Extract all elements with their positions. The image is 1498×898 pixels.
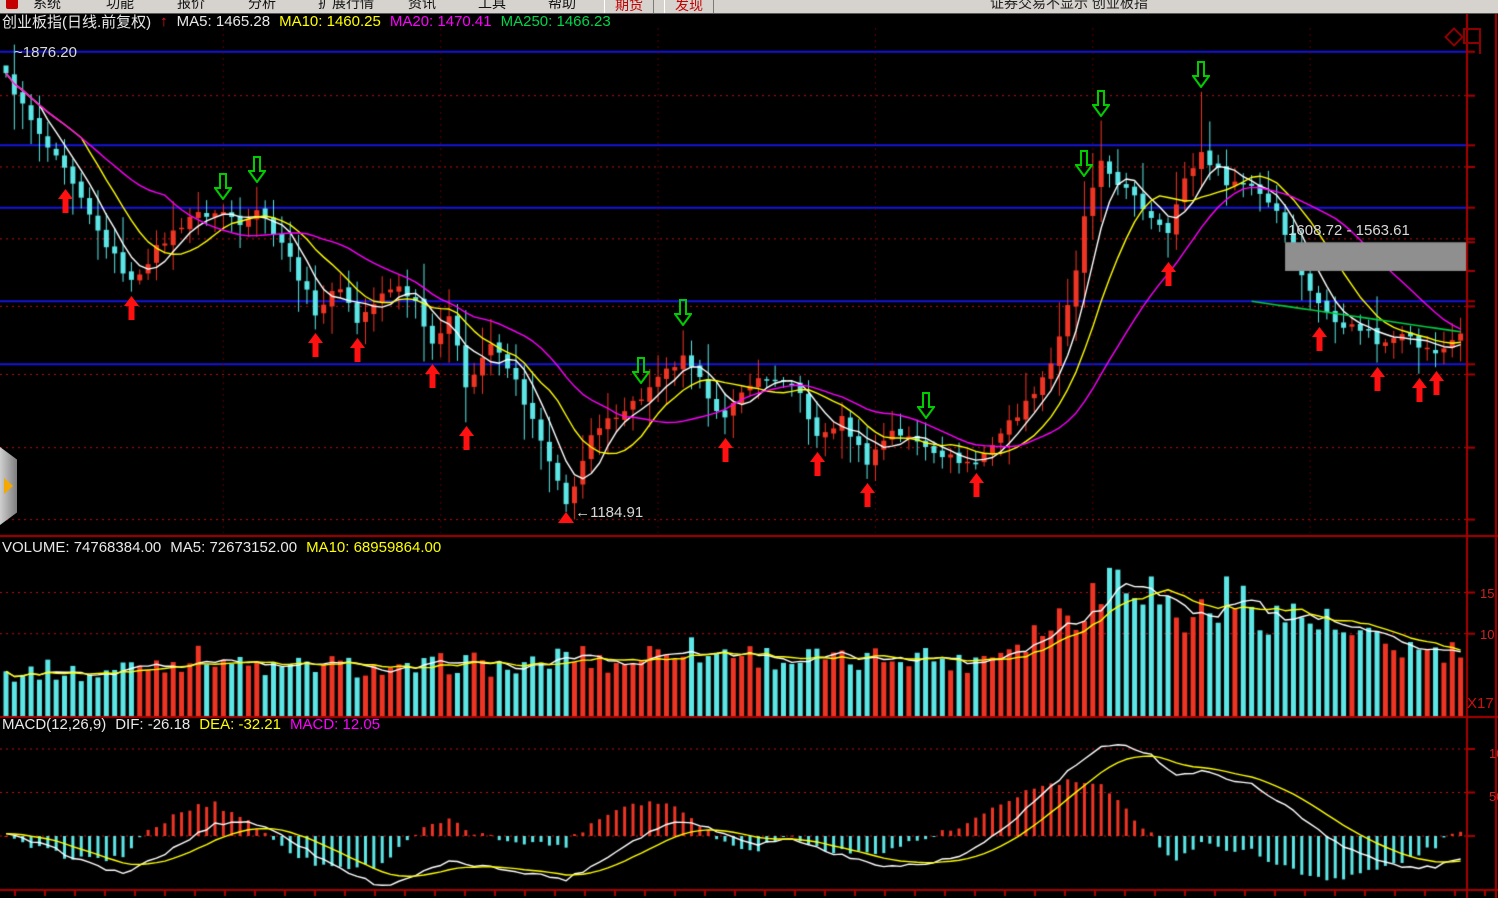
trend-up-icon: ↑ [160,13,168,30]
macd-pane-header: MACD(12,26,9) DIF: -26.18 DEA: -32.21 MA… [2,716,380,732]
ma250-label: MA250: [501,13,553,30]
sell-signal-arrow [632,357,650,389]
sell-signal-arrow [1192,61,1210,93]
buy-signal-arrow [969,473,984,502]
buy-signal-arrow [124,296,139,325]
ma5-label: MA5: [177,13,212,30]
menu-info[interactable]: 资讯 [408,0,436,13]
buy-signal-arrow [1412,378,1427,407]
volume-ma10-value: 68959864.00 [354,539,442,556]
sell-signal-arrow [1092,90,1110,122]
ma20-value: 1470.41 [437,13,491,30]
dea-value: -32.21 [238,716,281,733]
trading-app-window: { "window": { "right_status": "证券交易不显示 创… [0,0,1498,898]
buy-signal-arrow [1370,367,1385,396]
menu-function[interactable]: 功能 [106,0,134,13]
volume-axis-label-2: 100000000 [1480,627,1494,642]
macd-axis-label-2: 50.00 [1489,789,1498,804]
volume-ma5-value: 72673152.00 [209,539,297,556]
menu-system[interactable]: 系统 [33,0,61,13]
app-icon[interactable] [6,0,18,9]
buy-signal-arrow [1161,262,1176,291]
menu-button-futures[interactable]: 期货 [604,0,654,14]
expand-arrow-icon [4,478,13,494]
ma5-value: 1465.28 [216,13,270,30]
buy-signal-arrow [810,452,825,481]
buy-signal-arrow [860,483,875,512]
buy-signal-arrow [425,364,440,393]
diamond-icon[interactable] [1447,30,1461,44]
volume-value: 74768384.00 [74,539,162,556]
dea-label: DEA: [199,716,234,733]
buy-signal-arrow [1312,327,1327,356]
ma250-value: 1466.23 [557,13,611,30]
volume-ma10-label: MA10: [306,539,349,556]
window-status-text: 证券交易不显示 创业板指 [990,0,1148,13]
ma10-label: MA10: [279,13,322,30]
volume-pane-header: VOLUME: 74768384.00 MA5: 72673152.00 MA1… [2,539,441,555]
menu-tools[interactable]: 工具 [478,0,506,13]
menu-help[interactable]: 帮助 [548,0,576,13]
menu-button-discover[interactable]: 发现 [664,0,714,14]
dif-value: -26.18 [148,716,191,733]
gap-range-label: 1608.72 - 1563.61 [1288,222,1410,239]
side-panel-expand-tab[interactable] [0,447,17,525]
ma10-value: 1460.25 [327,13,381,30]
price-pane-header: 创业板指(日线.前复权) ↑ MA5: 1465.28 MA10: 1460.2… [2,13,611,29]
volume-label: VOLUME: [2,539,70,556]
minute-chart-icon[interactable] [1463,28,1481,44]
menu-bar: 系统 功能 报价 分析 扩展行情 资讯 工具 帮助 期货 发现 证券交易不显示 … [0,0,1498,14]
buy-signal-arrow [308,333,323,362]
buy-signal-arrow [718,438,733,467]
menu-extended-market[interactable]: 扩展行情 [318,0,374,13]
ma20-label: MA20: [390,13,433,30]
buy-signal-arrow [58,189,73,218]
chart-canvas[interactable] [0,0,1498,898]
macd-label: MACD: [290,716,338,733]
dif-label: DIF: [115,716,143,733]
sell-signal-arrow [1075,150,1093,182]
macd-axis-label-1: 100.00 [1489,746,1498,761]
sell-signal-arrow [248,156,266,188]
volume-axis-label-1: 150000000 [1480,586,1494,601]
buy-signal-arrow [459,426,474,455]
sell-signal-arrow [674,299,692,331]
macd-value: 12.05 [343,716,381,733]
period-low-label: ←1184.91 [575,504,643,521]
low-point-marker [558,512,574,523]
volume-ma5-label: MA5: [170,539,205,556]
buy-signal-arrow [1429,371,1444,400]
period-high-label: ~1876.20 [14,44,77,61]
menu-quote[interactable]: 报价 [177,0,205,13]
macd-params: MACD(12,26,9) [2,716,106,733]
sell-signal-arrow [214,173,232,205]
volume-scale-label: X17 [1467,695,1494,712]
buy-signal-arrow [350,338,365,367]
sell-signal-arrow [917,392,935,424]
menu-analysis[interactable]: 分析 [248,0,276,13]
